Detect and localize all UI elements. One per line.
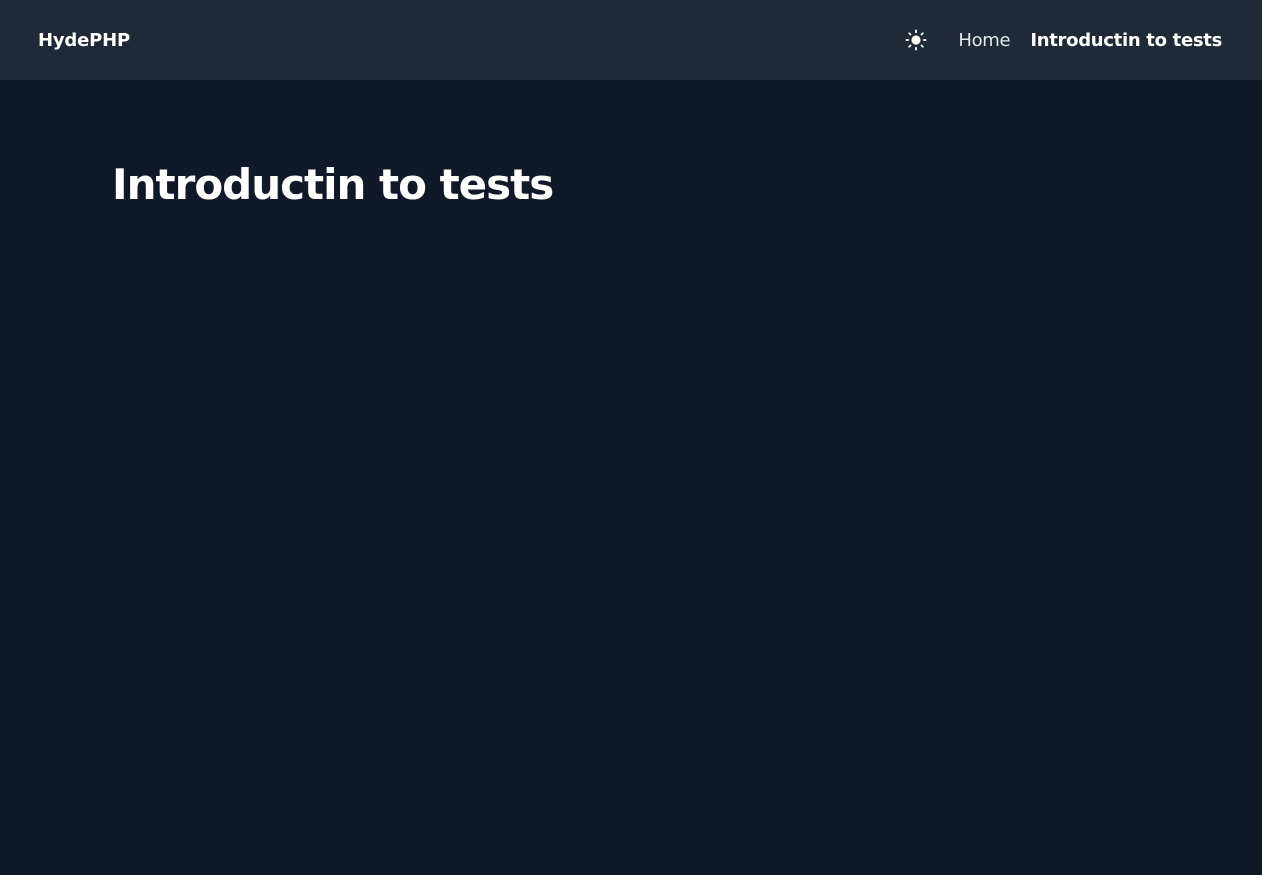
nav-menu: Home Introductin to tests [904,0,1222,80]
site-brand-link[interactable]: HydePHP [38,0,130,80]
navbar: HydePHP Home Introductin to tests [0,0,1262,80]
sun-icon [905,29,927,51]
nav-link-introductin-to-tests[interactable]: Introductin to tests [1030,30,1222,51]
main-content: Introductin to tests [0,80,1262,875]
theme-toggle-button[interactable] [904,28,928,52]
nav-link-home[interactable]: Home [958,30,1010,51]
page-title: Introductin to tests [112,160,554,209]
